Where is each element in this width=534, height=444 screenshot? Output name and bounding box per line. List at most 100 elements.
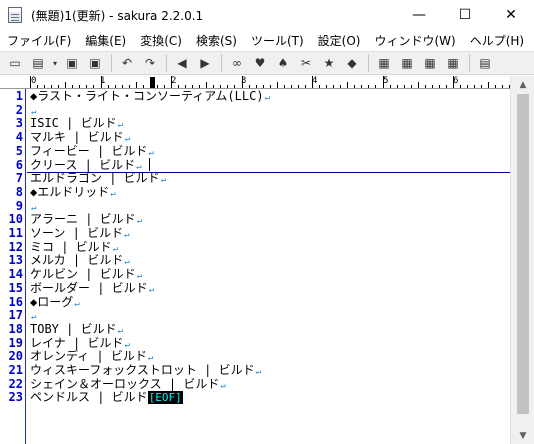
jump-forward-icon[interactable]: ▶ bbox=[194, 53, 216, 73]
close-button[interactable]: ✕ bbox=[488, 0, 534, 30]
ruler-tick bbox=[269, 85, 271, 88]
line-number: 2 bbox=[15, 102, 23, 117]
ruler-tick bbox=[290, 85, 292, 88]
ruler-tick bbox=[65, 82, 67, 88]
editor-line[interactable]: 3 ISIC | ビルド↵ bbox=[0, 117, 510, 131]
scroll-up-arrow[interactable]: ▲ bbox=[511, 76, 534, 93]
editor-line[interactable]: 23 ペンドルス | ビルド[EOF] bbox=[0, 391, 510, 405]
ruler-tick bbox=[431, 85, 433, 88]
jump-back-icon[interactable]: ◀ bbox=[171, 53, 193, 73]
editor-line[interactable]: 14 ケルビン | ビルド↵ bbox=[0, 267, 510, 282]
ruler-tick bbox=[72, 85, 74, 88]
search-icon[interactable]: ∞ bbox=[226, 53, 248, 73]
maximize-button[interactable]: ☐ bbox=[442, 0, 488, 30]
editor-line[interactable]: 21 ウィスキーフォックストロット | ビルド↵ bbox=[0, 363, 510, 378]
editor-line[interactable]: 16 ◆ローグ↵ bbox=[0, 295, 510, 310]
title-bar: (無題)1(更新) - sakura 2.2.0.1 — ☐ ✕ bbox=[0, 0, 534, 30]
line-content: ボールダー | ビルド bbox=[30, 280, 148, 295]
ruler-tick bbox=[171, 76, 172, 88]
toolbar-separator bbox=[221, 54, 222, 72]
new-file-icon[interactable]: ▭ bbox=[4, 53, 26, 73]
eol-marker-icon: ↵ bbox=[220, 380, 226, 391]
eol-marker-icon: ↵ bbox=[147, 353, 154, 364]
replace-icon[interactable]: ✂ bbox=[295, 53, 317, 73]
line-content: マルキ | ビルド bbox=[30, 130, 124, 145]
editor-line[interactable]: 4 マルキ | ビルド↵ bbox=[0, 130, 510, 145]
ruler-tick bbox=[100, 76, 102, 88]
editor-line[interactable]: 8 ◆エルドリッド↵ bbox=[0, 184, 510, 200]
ruler-tick bbox=[227, 85, 229, 88]
ruler-tick bbox=[185, 85, 187, 88]
ruler-tick bbox=[382, 76, 384, 88]
font-icon[interactable]: ▦ bbox=[419, 53, 441, 73]
line-content: アラーニ | ビルド bbox=[30, 212, 136, 227]
ruler-tick bbox=[502, 85, 504, 88]
menu-file[interactable]: ファイル(F) bbox=[0, 32, 78, 49]
line-content: フィービー | ビルド bbox=[30, 143, 148, 158]
scroll-thumb[interactable] bbox=[517, 94, 529, 414]
editor-line[interactable]: 12 ミコ | ビルド↵ bbox=[0, 240, 510, 255]
menu-search[interactable]: 検索(S) bbox=[189, 32, 244, 49]
ruler-tick bbox=[283, 85, 285, 88]
editor-line[interactable]: 13 メルカ | ビルド↵ bbox=[0, 254, 510, 268]
eol-marker-icon: ↵ bbox=[124, 257, 130, 268]
save-all-icon[interactable]: ▣ bbox=[84, 53, 106, 73]
menu-edit[interactable]: 編集(E) bbox=[78, 32, 133, 49]
ruler-tick bbox=[297, 85, 299, 88]
line-content: シェイン＆オーロックス | ビルド bbox=[30, 376, 220, 391]
bookmark-icon[interactable]: ★ bbox=[318, 53, 340, 73]
eol-marker-icon: ↵ bbox=[112, 243, 119, 254]
outline-icon[interactable]: ▤ bbox=[474, 53, 496, 73]
line-number: 8 bbox=[15, 184, 23, 199]
type-settings-icon[interactable]: ▦ bbox=[442, 53, 464, 73]
toolbar-separator bbox=[469, 54, 470, 72]
redo-icon[interactable]: ↷ bbox=[139, 53, 161, 73]
line-number: 13 bbox=[8, 253, 23, 268]
toolbar-separator bbox=[111, 54, 112, 72]
settings-icon[interactable]: ▦ bbox=[396, 53, 418, 73]
editor-line[interactable]: 22 シェイン＆オーロックス | ビルド↵ bbox=[0, 376, 510, 392]
ruler-tick bbox=[163, 85, 165, 88]
editor-line[interactable]: 20 オレンディ | ビルド↵ bbox=[0, 349, 510, 364]
editor-line[interactable]: 11 ソーン | ビルド↵ bbox=[0, 226, 510, 241]
eol-marker-icon: ↵ bbox=[148, 284, 155, 295]
dropdown-arrow-icon[interactable]: ▾ bbox=[50, 53, 60, 73]
line-content: TOBY | ビルド bbox=[30, 321, 117, 336]
editor-line[interactable]: 9 ↵ bbox=[0, 199, 510, 214]
search-next-icon[interactable]: ♠ bbox=[272, 53, 294, 73]
editor-line[interactable]: 7 エルドラゴン | ビルド↵ bbox=[0, 171, 510, 186]
eol-marker-icon: ↵ bbox=[124, 230, 130, 240]
editor-line[interactable]: 2 ↵ bbox=[0, 102, 510, 118]
open-folder-icon[interactable]: ▤ bbox=[27, 53, 49, 73]
eol-marker-icon: ↵ bbox=[31, 312, 37, 323]
editor-line[interactable]: 18 TOBY | ビルド↵ bbox=[0, 321, 510, 337]
editor-line[interactable]: 10 アラーニ | ビルド↵ bbox=[0, 212, 510, 227]
line-content: オレンディ | ビルド bbox=[30, 349, 147, 364]
menu-settings[interactable]: 設定(O) bbox=[311, 32, 368, 49]
editor-area[interactable]: 1 ◆ラスト・ライト・コンソーティアム(LLC)↵ 2 ↵ 3 ISIC | ビルド↵ 4 マ… bbox=[0, 89, 510, 444]
menu-help[interactable]: ヘルプ(H) bbox=[463, 32, 531, 49]
menu-window[interactable]: ウィンドウ(W) bbox=[367, 32, 462, 49]
menu-convert[interactable]: 変換(C) bbox=[133, 32, 189, 49]
search-prev-icon[interactable]: ♥ bbox=[249, 53, 271, 73]
editor-line[interactable]: 17 ↵ bbox=[0, 308, 510, 323]
minimize-button[interactable]: — bbox=[396, 0, 442, 30]
editor-line[interactable]: 1 ◆ラスト・ライト・コンソーティアム(LLC)↵ bbox=[0, 89, 510, 104]
line-number: 10 bbox=[8, 212, 23, 227]
editor-line[interactable]: 5 フィービー | ビルド↵ bbox=[0, 143, 510, 159]
vertical-scrollbar[interactable]: ▲ ▼ bbox=[510, 76, 534, 444]
editor-line[interactable]: 15 ボールダー | ビルド↵ bbox=[0, 280, 510, 296]
ruler-tick bbox=[248, 85, 250, 88]
ruler-label: 0 bbox=[31, 76, 37, 86]
menu-tools[interactable]: ツール(T) bbox=[244, 32, 311, 49]
text-caret bbox=[149, 158, 150, 171]
ruler-tick bbox=[312, 76, 313, 88]
ruler-tick bbox=[262, 85, 264, 88]
scroll-down-arrow[interactable]: ▼ bbox=[511, 427, 534, 444]
undo-icon[interactable]: ↶ bbox=[116, 53, 138, 73]
compare-icon[interactable]: ▦ bbox=[373, 53, 395, 73]
eol-marker-icon: ↵ bbox=[31, 202, 37, 213]
grep-icon[interactable]: ◆ bbox=[341, 53, 363, 73]
ruler-tick bbox=[107, 85, 109, 88]
save-icon[interactable]: ▣ bbox=[61, 53, 83, 73]
